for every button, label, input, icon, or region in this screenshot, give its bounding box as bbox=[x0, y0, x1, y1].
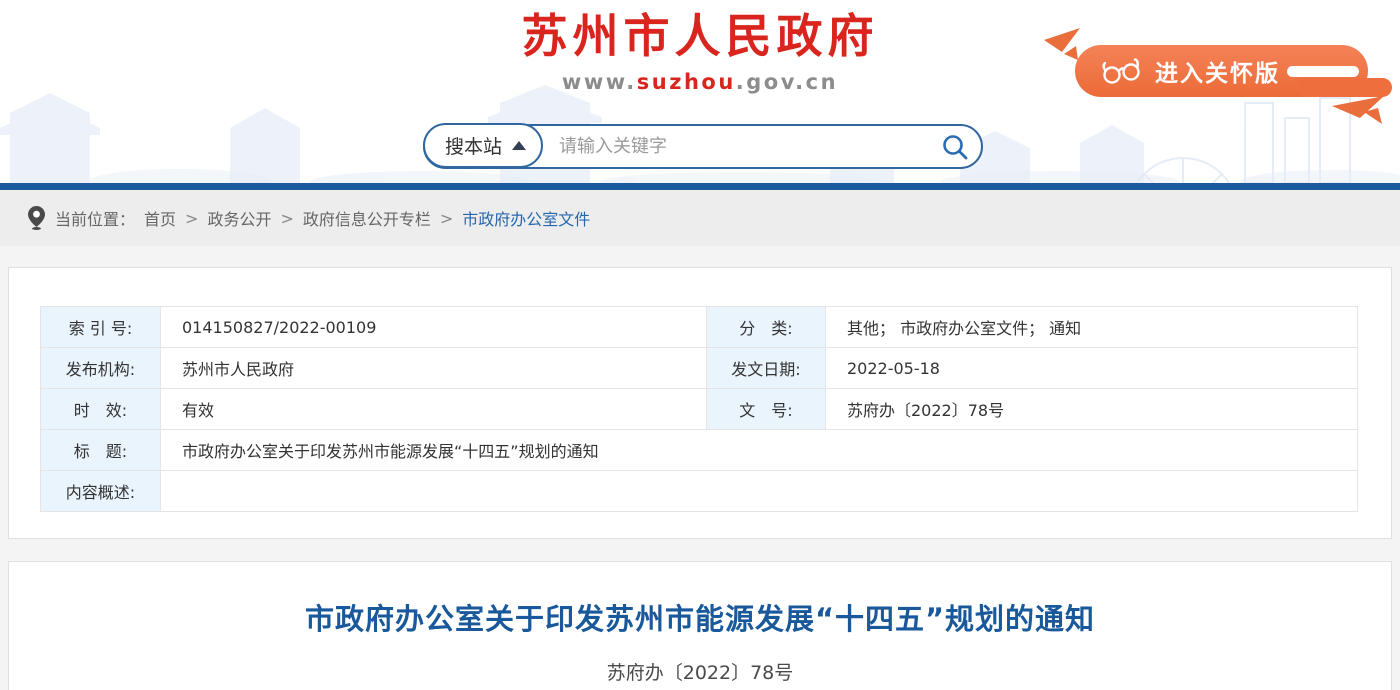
breadcrumb-item-info-disclosure[interactable]: 政府信息公开专栏 bbox=[303, 206, 431, 230]
meta-label-category: 分 类: bbox=[707, 307, 826, 348]
breadcrumb-location-label: 当前位置： bbox=[55, 206, 135, 230]
search-scope-label: 搜本站 bbox=[445, 132, 502, 159]
document-number: 苏府办〔2022〕78号 bbox=[9, 658, 1391, 685]
table-row: 标 题: 市政府办公室关于印发苏州市能源发展“十四五”规划的通知 bbox=[41, 430, 1358, 471]
meta-value-issuing-agency: 苏州市人民政府 bbox=[161, 348, 707, 389]
meta-value-issue-date: 2022-05-18 bbox=[826, 348, 1358, 389]
document-title: 市政府办公室关于印发苏州市能源发展“十四五”规划的通知 bbox=[9, 596, 1391, 638]
location-pin-icon bbox=[28, 206, 45, 230]
document-meta-table: 索 引 号: 014150827/2022-00109 分 类: 其他； 市政府… bbox=[40, 306, 1358, 512]
breadcrumb-item-home[interactable]: 首页 bbox=[144, 206, 176, 230]
document-body-card: 市政府办公室关于印发苏州市能源发展“十四五”规划的通知 苏府办〔2022〕78号 bbox=[8, 561, 1392, 690]
document-meta-card: 索 引 号: 014150827/2022-00109 分 类: 其他； 市政府… bbox=[8, 267, 1392, 539]
table-row: 内容概述: bbox=[41, 471, 1358, 512]
site-url-www: www. bbox=[562, 70, 637, 94]
search-button[interactable] bbox=[941, 133, 969, 161]
site-header: 苏州市人民政府 www.suzhou.gov.cn 搜本站 进入关 bbox=[0, 0, 1400, 190]
breadcrumb-item-government-affairs[interactable]: 政务公开 bbox=[207, 206, 271, 230]
site-search-bar: 搜本站 bbox=[423, 124, 983, 169]
meta-value-title: 市政府办公室关于印发苏州市能源发展“十四五”规划的通知 bbox=[161, 430, 1358, 471]
meta-label-title: 标 题: bbox=[41, 430, 161, 471]
meta-label-issuing-agency: 发布机构: bbox=[41, 348, 161, 389]
care-button-swoosh bbox=[1287, 66, 1359, 77]
meta-value-index-number: 014150827/2022-00109 bbox=[161, 307, 707, 348]
search-scope-selector[interactable]: 搜本站 bbox=[423, 123, 543, 168]
meta-value-category: 其他； 市政府办公室文件； 通知 bbox=[826, 307, 1358, 348]
search-icon bbox=[941, 133, 969, 161]
table-row: 时 效: 有效 文 号: 苏府办〔2022〕78号 bbox=[41, 389, 1358, 430]
glasses-icon bbox=[1099, 56, 1143, 86]
meta-value-doc-number: 苏府办〔2022〕78号 bbox=[826, 389, 1358, 430]
caret-up-icon bbox=[512, 141, 526, 150]
breadcrumb-separator: > bbox=[440, 209, 453, 228]
table-row: 发布机构: 苏州市人民政府 发文日期: 2022-05-18 bbox=[41, 348, 1358, 389]
paper-plane-icon bbox=[1332, 96, 1394, 126]
meta-value-content-summary bbox=[161, 471, 1358, 512]
care-button-tail bbox=[1297, 78, 1392, 97]
breadcrumb: 当前位置： 首页 > 政务公开 > 政府信息公开专栏 > 市政府办公室文件 bbox=[0, 190, 1400, 246]
breadcrumb-separator: > bbox=[280, 209, 293, 228]
meta-label-issue-date: 发文日期: bbox=[707, 348, 826, 389]
meta-label-index-number: 索 引 号: bbox=[41, 307, 161, 348]
site-url-domain: suzhou bbox=[637, 70, 736, 94]
paper-plane-icon bbox=[1042, 26, 1082, 64]
search-input[interactable] bbox=[543, 129, 941, 165]
breadcrumb-current-page[interactable]: 市政府办公室文件 bbox=[462, 206, 590, 230]
meta-label-validity: 时 效: bbox=[41, 389, 161, 430]
meta-label-content-summary: 内容概述: bbox=[41, 471, 161, 512]
meta-value-validity: 有效 bbox=[161, 389, 707, 430]
meta-label-doc-number: 文 号: bbox=[707, 389, 826, 430]
site-url-suffix: .gov.cn bbox=[736, 70, 838, 94]
care-version-label: 进入关怀版 bbox=[1155, 54, 1280, 88]
breadcrumb-separator: > bbox=[185, 209, 198, 228]
table-row: 索 引 号: 014150827/2022-00109 分 类: 其他； 市政府… bbox=[41, 307, 1358, 348]
